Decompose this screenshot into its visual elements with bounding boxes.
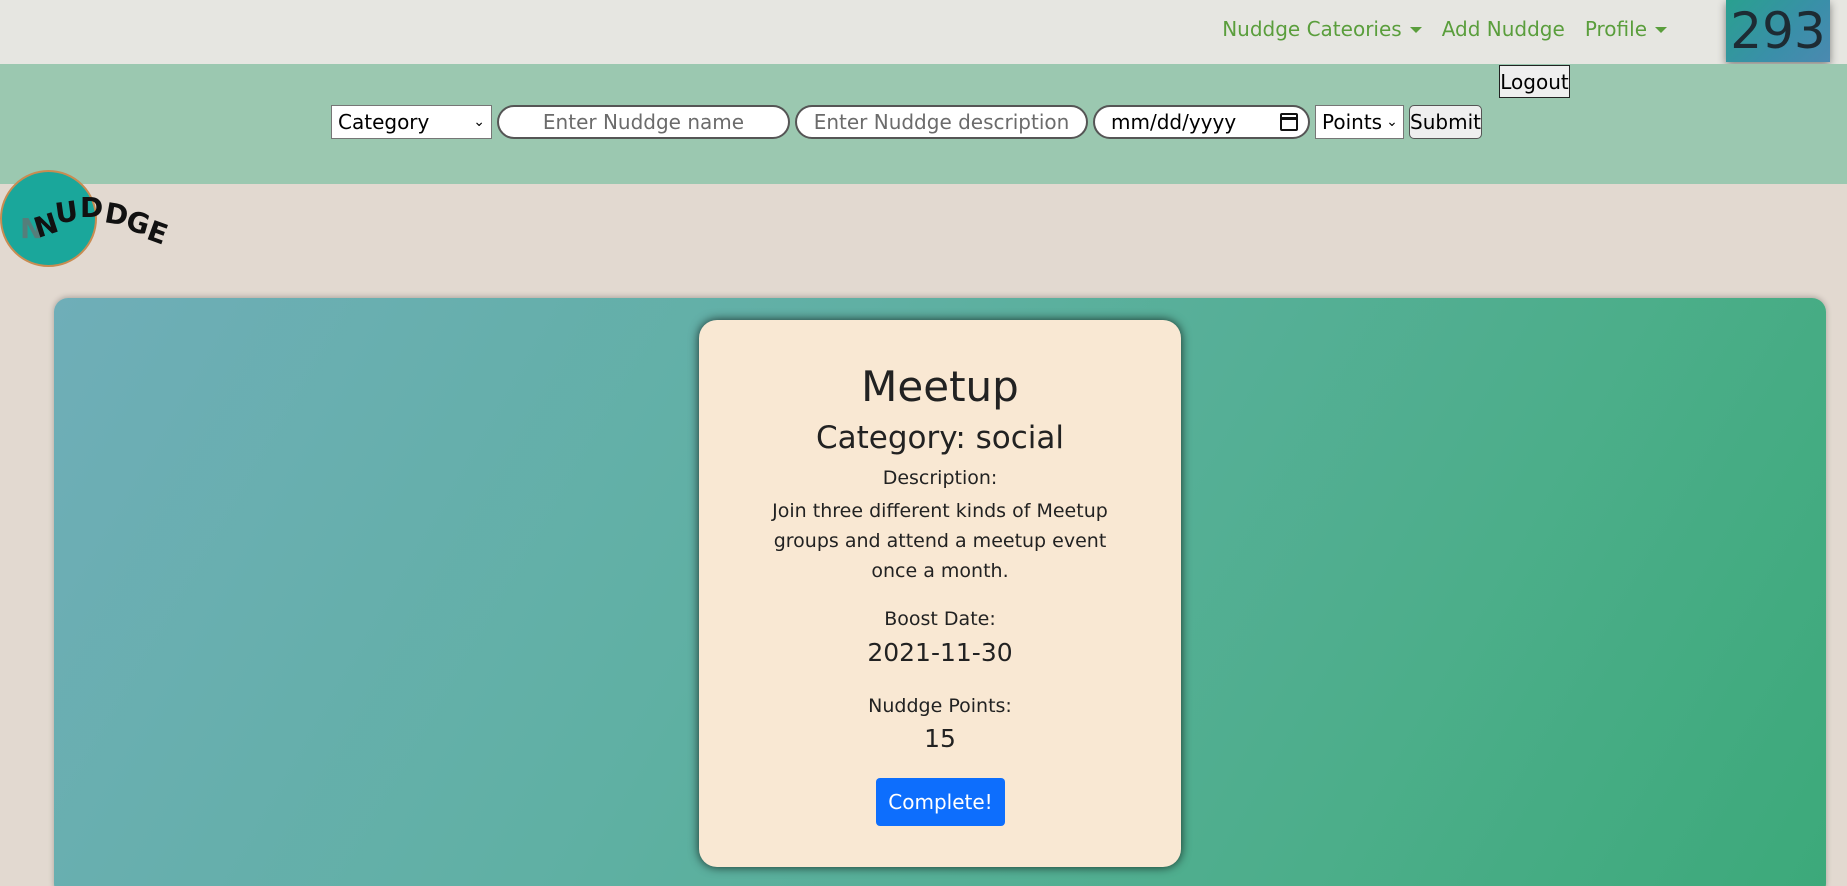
description-label: Description:	[882, 467, 998, 489]
boost-date-label: Boost Date:	[884, 608, 996, 630]
nav-profile-dropdown[interactable]: Profile	[1585, 17, 1667, 41]
submit-button[interactable]: Submit	[1409, 105, 1482, 139]
complete-button[interactable]: Complete!	[876, 778, 1005, 826]
card-category: Category: social	[815, 420, 1065, 456]
chevron-down-icon: ⌄	[1386, 114, 1398, 130]
nav-categories-dropdown[interactable]: Nuddge Cateories	[1222, 17, 1422, 41]
nuddge-name-input[interactable]: Enter Nuddge name	[497, 105, 790, 139]
boost-date-input[interactable]: mm/dd/yyyy	[1093, 105, 1310, 139]
calendar-icon[interactable]	[1280, 113, 1298, 131]
nuddge-description-placeholder: Enter Nuddge description	[813, 110, 1070, 134]
card-title: Meetup	[861, 362, 1019, 411]
chevron-down-icon	[1655, 27, 1667, 33]
points-select-value: Points	[1322, 110, 1383, 134]
boost-date-placeholder: mm/dd/yyyy	[1111, 110, 1237, 134]
nav-add-nuddge-link[interactable]: Add Nuddge	[1442, 17, 1565, 41]
nuddge-name-placeholder: Enter Nuddge name	[542, 110, 745, 134]
nuddge-points-value: 15	[924, 724, 956, 753]
nuddge-points-label: Nuddge Points:	[868, 695, 1012, 717]
category-select[interactable]: Category ⌄	[331, 105, 492, 139]
nuddge-card: Meetup Category: social Description: Joi…	[699, 320, 1181, 867]
nav-links: Nuddge Cateories Add Nuddge Profile	[1222, 0, 1667, 58]
nav-profile-label: Profile	[1584, 17, 1647, 41]
nuddge-description-input[interactable]: Enter Nuddge description	[795, 105, 1088, 139]
logo-wordmark: N N U D D G E	[20, 191, 170, 251]
nav-add-nuddge-label: Add Nuddge	[1441, 17, 1565, 41]
chevron-down-icon: ⌄	[473, 114, 485, 130]
points-select[interactable]: Points ⌄	[1315, 105, 1404, 139]
category-select-value: Category	[338, 110, 430, 134]
logout-button[interactable]: Logout	[1499, 65, 1570, 98]
chevron-down-icon	[1409, 27, 1422, 33]
description-text: Join three different kinds of Meetup gro…	[772, 500, 1108, 582]
svg-text:U: U	[53, 194, 80, 230]
add-nuddge-form: Category ⌄ Enter Nuddge name Enter Nuddg…	[331, 104, 1482, 140]
nuddge-logo[interactable]: N N U D D G E	[0, 170, 170, 270]
nav-categories-label: Nuddge Cateories	[1222, 17, 1402, 41]
boost-date-value: 2021-11-30	[867, 638, 1013, 667]
top-navbar: Nuddge Cateories Add Nuddge Profile 293	[0, 0, 1847, 64]
svg-text:D: D	[80, 191, 103, 224]
add-nuddge-form-band: Logout Category ⌄ Enter Nuddge name Ente…	[0, 64, 1847, 184]
points-total-badge: 293	[1726, 0, 1830, 62]
